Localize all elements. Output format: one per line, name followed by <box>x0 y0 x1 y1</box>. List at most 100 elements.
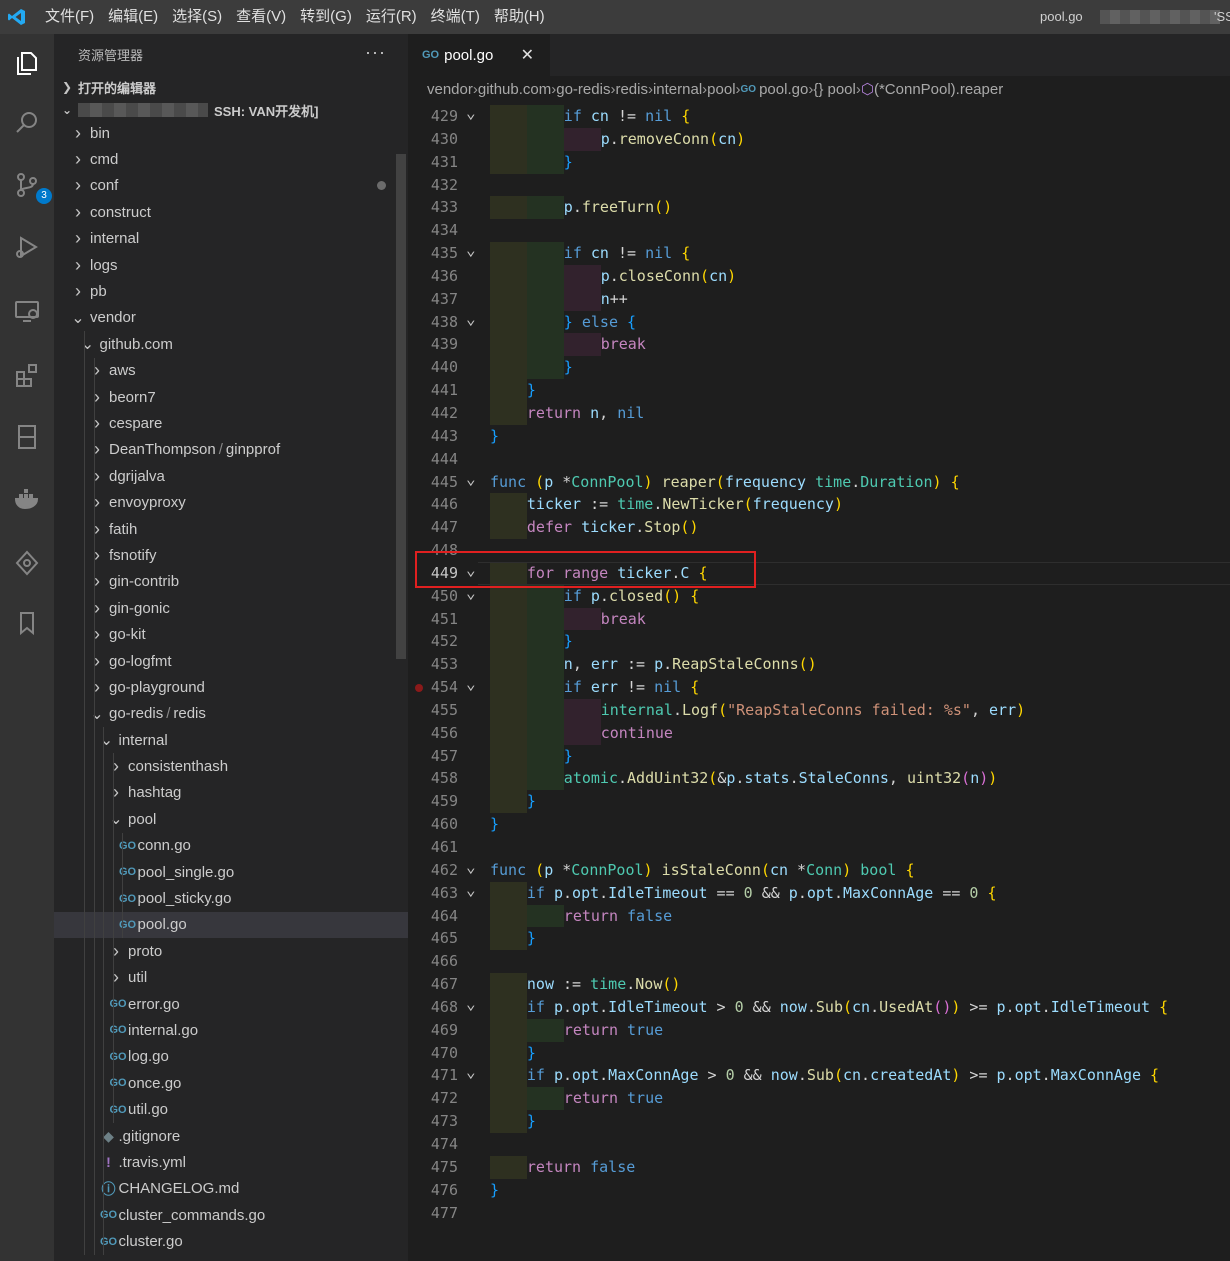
code-line[interactable]: 436 p.closeConn(cn) <box>408 264 1230 288</box>
tree-file[interactable]: GO pool.go <box>54 911 408 939</box>
menu-item[interactable]: 终端(T) <box>424 0 487 34</box>
tree-file[interactable]: ◆ .gitignore <box>54 1122 408 1150</box>
code-line[interactable]: 446 ticker := time.NewTicker(frequency) <box>408 493 1230 517</box>
tree-folder[interactable]: › consistenthash <box>54 753 408 780</box>
code-line[interactable]: 469 return true <box>408 1018 1230 1042</box>
menu-item[interactable]: 运行(R) <box>359 0 424 34</box>
menu-item[interactable]: 选择(S) <box>165 0 229 34</box>
code-line[interactable]: 443} <box>408 425 1230 448</box>
fold-chevron-icon[interactable]: ⌄ <box>466 993 476 1016</box>
tab-pool-go[interactable]: GO pool.go ✕ <box>408 34 550 76</box>
code-line[interactable]: 439 break <box>408 333 1230 357</box>
code-line[interactable]: 471 ⌄ if p.opt.MaxConnAge > 0 && now.Sub(c… <box>408 1061 1230 1088</box>
code-line[interactable]: 431} <box>408 150 1230 174</box>
tree-folder[interactable]: › go-playground <box>54 674 408 701</box>
code-line[interactable]: 467 now := time.Now() <box>408 973 1230 996</box>
tree-file[interactable]: GO pool_single.go <box>54 858 408 886</box>
code-line[interactable]: 442 return n, nil <box>408 401 1230 425</box>
code-line[interactable]: 434 <box>408 219 1230 242</box>
tree-folder[interactable]: › internal <box>54 226 408 252</box>
fold-chevron-icon[interactable]: ⌄ <box>466 879 476 902</box>
code-line[interactable]: 455 internal.Logf("ReapStaleConns failed:… <box>408 698 1230 722</box>
code-line[interactable]: 444 <box>408 448 1230 471</box>
breadcrumb-item[interactable]: redis <box>615 81 648 98</box>
tree-folder[interactable]: › logs <box>54 252 408 278</box>
remote-explorer-icon[interactable] <box>8 292 46 330</box>
code-line[interactable]: 463 ⌄ if p.opt.IdleTimeout == 0 && p.opt.M… <box>408 879 1230 905</box>
code-line[interactable]: 441} <box>408 379 1230 402</box>
breadcrumb-item[interactable]: pool.go <box>759 81 808 98</box>
code-line[interactable]: 432 <box>408 174 1230 197</box>
tree-file[interactable]: GO error.go <box>54 990 408 1018</box>
more-actions-icon[interactable]: ··· <box>365 42 386 63</box>
breadcrumb-item[interactable]: internal <box>653 81 702 98</box>
code-line[interactable]: 466 <box>408 950 1230 973</box>
tree-file[interactable]: ! .travis.yml <box>54 1149 408 1176</box>
tree-folder[interactable]: › util <box>54 964 408 991</box>
tree-folder[interactable]: › fatih <box>54 515 408 543</box>
close-icon[interactable]: ✕ <box>521 45 534 65</box>
code-line[interactable]: 476} <box>408 1179 1230 1202</box>
tree-folder[interactable]: › beorn7 <box>54 383 408 411</box>
workspace-section[interactable]: ⌄ SSH: VAN开发机] <box>54 100 408 120</box>
code-line[interactable]: 461 <box>408 836 1230 859</box>
menu-item[interactable]: 编辑(E) <box>101 0 165 34</box>
run-debug-icon[interactable] <box>8 228 46 266</box>
code-line[interactable]: 440} <box>408 356 1230 380</box>
tree-folder[interactable]: › envoyproxy <box>54 489 408 516</box>
menu-item[interactable]: 转到(G) <box>293 0 359 34</box>
code-line[interactable]: 473} <box>408 1110 1230 1133</box>
fold-chevron-icon[interactable]: ⌄ <box>466 102 476 125</box>
code-area[interactable]: 429 ⌄ if cn != nil {430 p.removeConn(cn) 431… <box>408 102 1230 1225</box>
code-line[interactable]: 430 p.removeConn(cn) <box>408 127 1230 151</box>
tree-folder[interactable]: › bin <box>54 120 408 146</box>
breadcrumb-item[interactable]: pool <box>707 81 735 98</box>
breadcrumb-item[interactable]: go-redis <box>556 81 610 98</box>
gitlens-icon[interactable] <box>8 544 46 582</box>
tree-file[interactable]: GO conn.go <box>54 832 408 859</box>
explorer-icon[interactable] <box>8 44 46 82</box>
code-line[interactable]: 464 return false <box>408 904 1230 928</box>
menu-item[interactable]: 查看(V) <box>229 0 293 34</box>
tree-folder[interactable]: › cespare <box>54 410 408 437</box>
code-line[interactable]: 433 p.freeTurn() <box>408 196 1230 220</box>
fold-chevron-icon[interactable]: ⌄ <box>466 308 476 331</box>
tree-folder[interactable]: ⌄ github.com <box>54 331 408 358</box>
code-line[interactable]: 458 atomic.AddUint32(&p.stats.StaleConns,… <box>408 767 1230 791</box>
code-line[interactable]: 462 ⌄ func (p *ConnPool) isStaleConn(cn *C… <box>408 857 1230 882</box>
source-control-icon[interactable]: 3 <box>8 166 52 204</box>
tree-folder[interactable]: › DeanThompson / ginpprof <box>54 436 408 464</box>
tree-folder[interactable]: › gin-contrib <box>54 568 408 596</box>
tree-folder[interactable]: › gin-gonic <box>54 595 408 622</box>
code-line[interactable]: 465} <box>408 927 1230 951</box>
code-line[interactable]: 451 break <box>408 607 1230 631</box>
code-line[interactable]: 460} <box>408 813 1230 836</box>
code-line[interactable]: 475 return false <box>408 1155 1230 1179</box>
tree-folder[interactable]: › construct <box>54 199 408 225</box>
fold-chevron-icon[interactable]: ⌄ <box>466 468 476 491</box>
tree-folder[interactable]: ⌄ go-redis / redis <box>54 700 408 727</box>
tree-folder[interactable]: › hashtag <box>54 779 408 807</box>
bookmarks-icon[interactable] <box>8 604 46 642</box>
code-line[interactable]: 450 ⌄ if p.closed() { <box>408 583 1230 608</box>
code-line[interactable]: 453 n, err := p.ReapStaleConns() <box>408 653 1230 677</box>
breadcrumb-item[interactable]: vendor <box>427 81 473 98</box>
docker-icon[interactable] <box>8 480 46 518</box>
test-icon[interactable] <box>8 418 46 456</box>
fold-chevron-icon[interactable]: ⌄ <box>466 673 476 696</box>
fold-chevron-icon[interactable]: ⌄ <box>466 239 476 262</box>
code-line[interactable]: 470} <box>408 1041 1230 1065</box>
code-line[interactable]: 435 ⌄ if cn != nil { <box>408 239 1230 265</box>
tree-folder[interactable]: › fsnotify <box>54 542 408 569</box>
code-line[interactable]: 477 <box>408 1202 1230 1225</box>
tree-folder[interactable]: ⌄ vendor <box>54 305 408 331</box>
breadcrumb-item[interactable]: (*ConnPool).reaper <box>874 81 1003 98</box>
menu-item[interactable]: 帮助(H) <box>487 0 552 34</box>
tree-file[interactable]: GO cluster_commands.go <box>54 1202 408 1229</box>
code-line[interactable]: 468 ⌄ if p.opt.IdleTimeout > 0 && now.Sub(… <box>408 993 1230 1019</box>
tree-folder[interactable]: › go-kit <box>54 621 408 648</box>
tree-folder[interactable]: › pb <box>54 278 408 304</box>
code-line[interactable]: 456 continue <box>408 721 1230 745</box>
fold-chevron-icon[interactable]: ⌄ <box>466 1061 476 1084</box>
tree-file[interactable]: GO cluster.go <box>54 1228 408 1255</box>
